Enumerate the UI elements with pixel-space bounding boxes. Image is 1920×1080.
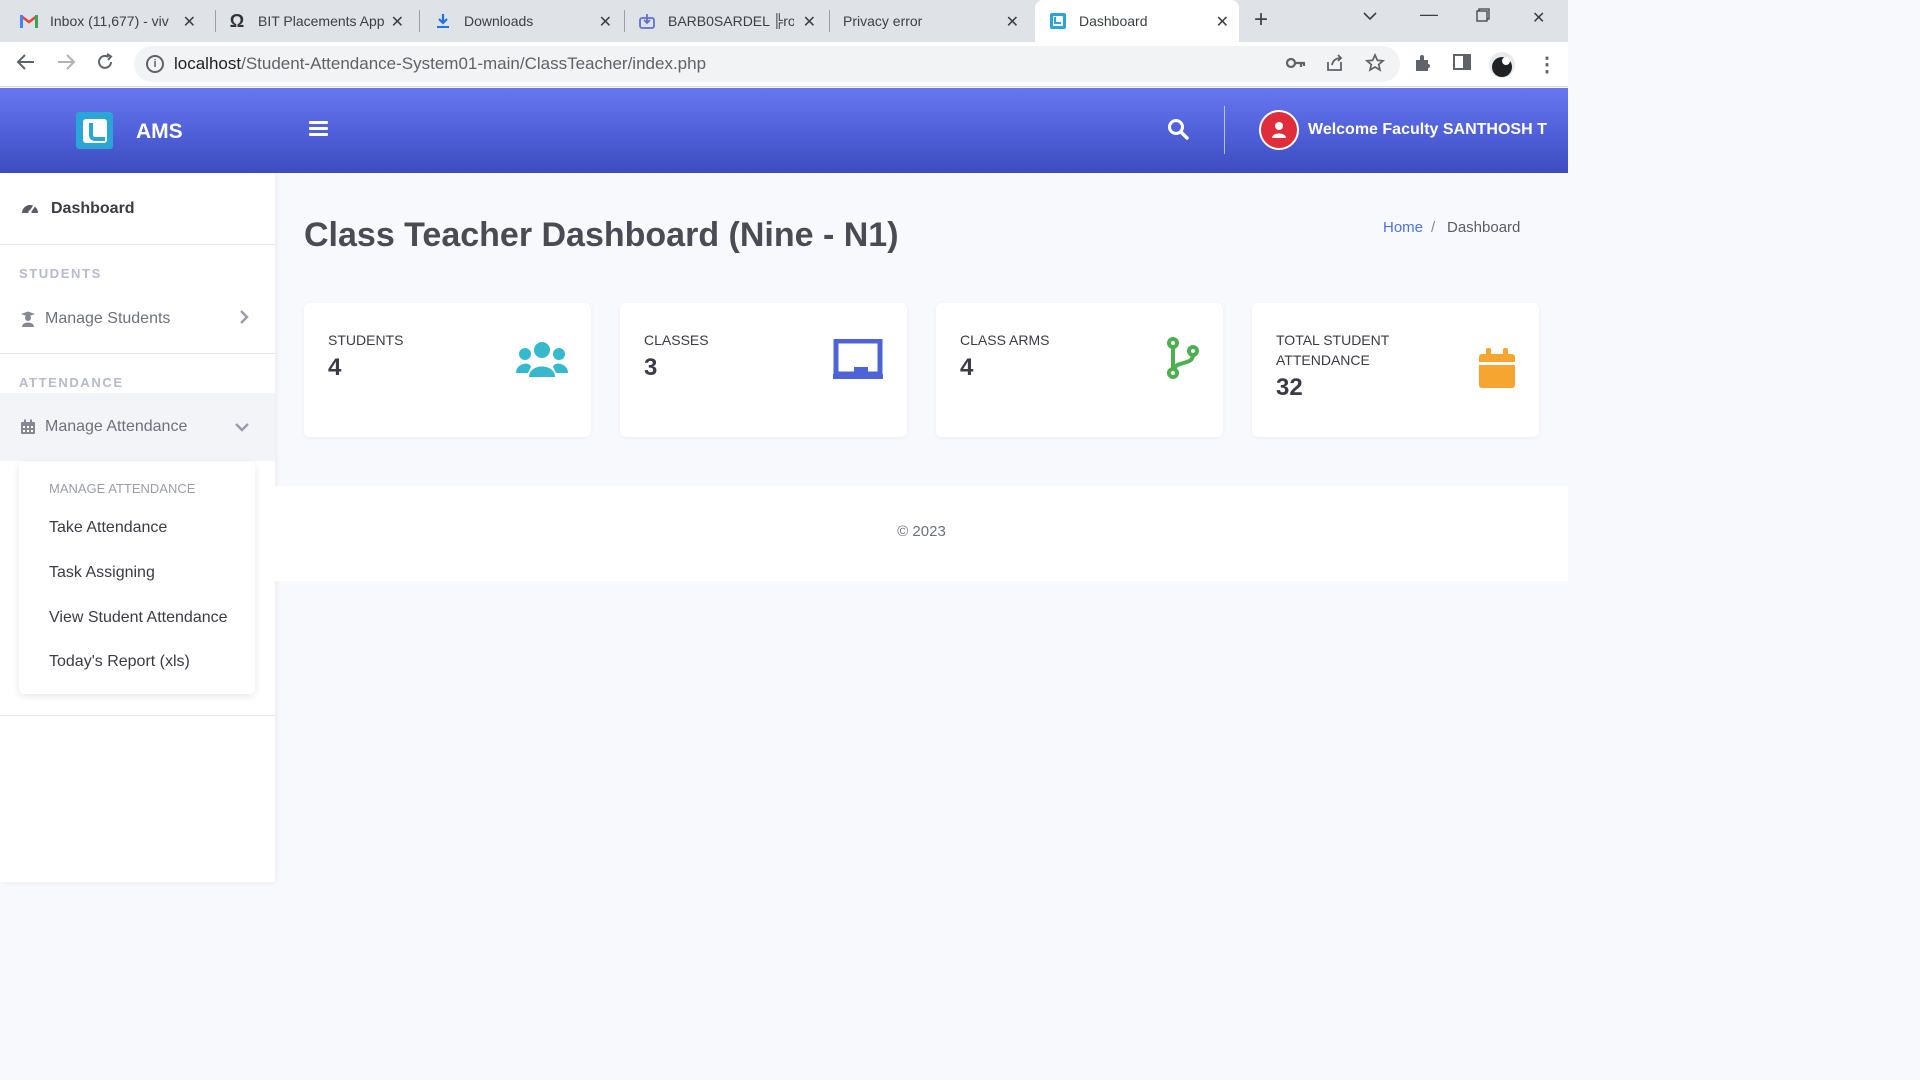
- ams-logo-icon[interactable]: [76, 112, 113, 149]
- welcome-user-text[interactable]: Welcome Faculty SANTHOSH T: [1308, 121, 1547, 139]
- tab-title: Privacy error: [843, 13, 923, 29]
- stat-card-students: STUDENTS 4: [304, 303, 591, 437]
- stat-card-classes: CLASSES 3: [620, 303, 907, 437]
- card-value: 32: [1276, 374, 1303, 401]
- page-footer: © 2023: [275, 486, 1568, 581]
- sidebar-item-dashboard[interactable]: Dashboard: [0, 173, 275, 245]
- tab-downloads[interactable]: Downloads ✕: [434, 0, 622, 42]
- card-label: STUDENTS: [328, 332, 404, 348]
- profile-avatar-icon[interactable]: [1488, 51, 1516, 84]
- tab-gmail[interactable]: Inbox (11,677) - viv ✕: [20, 0, 206, 42]
- close-tab-icon[interactable]: ✕: [1006, 12, 1019, 32]
- breadcrumb-home[interactable]: Home: [1383, 219, 1423, 236]
- close-tab-icon[interactable]: ✕: [599, 12, 612, 32]
- forward-icon[interactable]: [56, 52, 76, 78]
- stat-card-total-attendance: TOTAL STUDENT ATTENDANCE 32: [1252, 303, 1539, 437]
- sidebar-heading-students: STUDENTS: [19, 266, 102, 281]
- user-graduate-icon: [20, 311, 36, 327]
- page-title: Class Teacher Dashboard (Nine - N1): [304, 216, 899, 254]
- browser-toolbar: i localhost/Student-Attendance-System01-…: [0, 42, 1568, 87]
- tab-search-icon[interactable]: [1363, 8, 1377, 26]
- share-icon[interactable]: [1325, 53, 1345, 78]
- breadcrumb-separator: /: [1431, 219, 1436, 236]
- restore-icon[interactable]: [1476, 8, 1490, 27]
- sidebar-item-label: Manage Attendance: [45, 418, 188, 435]
- attendance-submenu: MANAGE ATTENDANCE Take Attendance Task A…: [19, 462, 255, 694]
- calendar-icon: [20, 419, 36, 435]
- url-host: localhost: [174, 54, 242, 73]
- download-icon: [434, 12, 452, 30]
- close-tab-icon[interactable]: ✕: [183, 12, 196, 32]
- users-icon: [516, 341, 568, 382]
- sidebar-divider: [0, 353, 275, 354]
- gmail-icon: [20, 12, 38, 30]
- topbar-divider: [1224, 106, 1225, 154]
- submenu-task-assigning[interactable]: Task Assigning: [49, 564, 155, 582]
- submenu-view-student-attendance[interactable]: View Student Attendance: [49, 609, 228, 627]
- app-topbar: AMS Welcome Faculty SANTHOSH T: [0, 88, 1568, 173]
- tab-barbosardel[interactable]: BARB0SARDEL ╠ro ✕: [638, 0, 826, 42]
- download-box-icon: [638, 12, 656, 30]
- tachometer-icon: [21, 200, 39, 218]
- close-window-icon[interactable]: ✕: [1532, 8, 1545, 28]
- code-branch-icon: [1166, 337, 1200, 384]
- submenu-todays-report[interactable]: Today's Report (xls): [49, 653, 190, 671]
- submenu-heading: MANAGE ATTENDANCE: [49, 481, 196, 496]
- sidebar-toggle-icon[interactable]: [309, 121, 328, 136]
- tab-privacy-error[interactable]: Privacy error ✕: [843, 0, 1029, 42]
- back-icon[interactable]: [16, 52, 36, 78]
- calendar-icon: [1479, 348, 1515, 393]
- address-bar[interactable]: i localhost/Student-Attendance-System01-…: [134, 46, 1400, 82]
- extensions-icon[interactable]: [1413, 53, 1433, 78]
- bookmark-star-icon[interactable]: [1364, 52, 1386, 78]
- card-value: 3: [644, 354, 658, 381]
- close-tab-icon[interactable]: ✕: [1216, 12, 1229, 32]
- sidebar-item-label: Dashboard: [51, 199, 135, 217]
- sidebar-item-manage-students[interactable]: Manage Students: [0, 291, 275, 347]
- new-tab-icon[interactable]: +: [1254, 6, 1268, 34]
- stat-card-class-arms: CLASS ARMS 4: [936, 303, 1223, 437]
- card-label: CLASS ARMS: [960, 332, 1050, 348]
- omega-icon: Ω: [229, 10, 245, 31]
- brand-name[interactable]: AMS: [136, 120, 183, 144]
- card-label: CLASSES: [644, 332, 709, 348]
- url-path: /Student-Attendance-System01-main/ClassT…: [241, 54, 707, 73]
- side-panel-icon[interactable]: [1453, 53, 1471, 76]
- tab-title: BIT Placements App: [258, 13, 384, 29]
- breadcrumb-current: Dashboard: [1447, 219, 1521, 236]
- search-icon[interactable]: [1167, 118, 1189, 140]
- sidebar-item-label: Manage Students: [45, 310, 171, 327]
- sidebar-divider: [0, 715, 275, 716]
- tab-title: Inbox (11,677) - viv: [50, 13, 169, 29]
- tab-title: Dashboard: [1079, 13, 1148, 29]
- chevron-right-icon: [239, 310, 249, 328]
- chalkboard-icon: [833, 338, 883, 384]
- url-text: localhost/Student-Attendance-System01-ma…: [174, 54, 706, 74]
- tab-dashboard[interactable]: Dashboard ✕: [1035, 0, 1239, 42]
- site-info-icon[interactable]: i: [146, 55, 164, 73]
- key-icon[interactable]: [1285, 53, 1306, 74]
- sidebar-heading-attendance: ATTENDANCE: [19, 375, 124, 390]
- copyright-text: © 2023: [897, 523, 946, 540]
- chevron-down-icon: [235, 419, 249, 436]
- submenu-take-attendance[interactable]: Take Attendance: [49, 519, 167, 537]
- card-value: 4: [328, 354, 342, 381]
- tab-title: BARB0SARDEL ╠ro: [668, 13, 794, 29]
- menu-kebab-icon[interactable]: ⋮: [1537, 52, 1557, 77]
- close-tab-icon[interactable]: ✕: [803, 12, 816, 32]
- tab-bit-placements[interactable]: Ω BIT Placements App ✕: [228, 0, 414, 42]
- sidebar-item-manage-attendance[interactable]: Manage Attendance: [0, 393, 275, 461]
- minimize-icon[interactable]: —: [1420, 4, 1438, 25]
- card-label: TOTAL STUDENT ATTENDANCE: [1276, 332, 1390, 368]
- user-avatar-icon[interactable]: [1259, 110, 1299, 150]
- ams-icon: [1049, 12, 1067, 30]
- sidebar: Dashboard STUDENTS Manage Students ATTEN…: [0, 173, 275, 882]
- close-tab-icon[interactable]: ✕: [391, 12, 404, 32]
- tab-title: Downloads: [464, 13, 534, 29]
- reload-icon[interactable]: [95, 52, 115, 78]
- card-value: 4: [960, 354, 974, 381]
- browser-tabstrip: Inbox (11,677) - viv ✕ Ω BIT Placements …: [0, 0, 1568, 42]
